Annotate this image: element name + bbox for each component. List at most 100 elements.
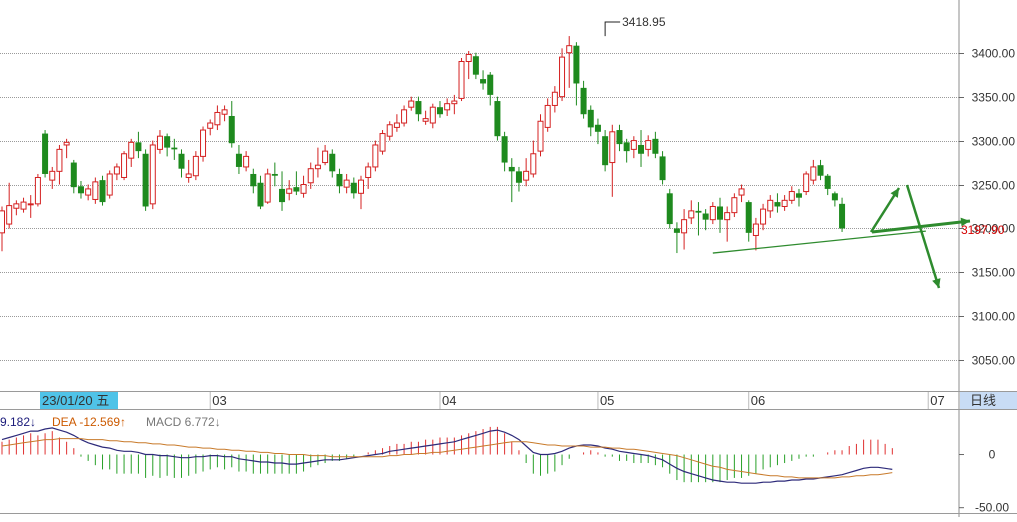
candle-body <box>142 153 149 207</box>
candle-body <box>688 210 695 219</box>
candle-body <box>264 173 271 203</box>
y-tick-label: 3050.00 <box>972 354 1016 368</box>
candle-body <box>121 153 128 178</box>
candle-body <box>293 187 300 192</box>
candle-body <box>788 191 795 201</box>
candle <box>372 140 379 172</box>
y-tick-label: 3100.00 <box>972 310 1016 324</box>
candle-body <box>681 219 688 234</box>
candle-body <box>365 166 372 178</box>
candle <box>42 130 49 178</box>
candle <box>200 126 207 162</box>
candle-body <box>393 122 400 128</box>
candle-body <box>42 133 49 174</box>
candle <box>106 170 113 199</box>
candle-body <box>810 166 817 181</box>
candle-body <box>92 181 99 200</box>
candle-body <box>221 109 228 115</box>
candle-body <box>515 171 522 183</box>
selected-date-label: 23/01/20 五 <box>42 393 109 408</box>
candle-body <box>85 188 92 196</box>
candle-body <box>307 168 314 184</box>
candle-body <box>77 186 84 194</box>
y-tick-label: 3300.00 <box>972 135 1016 149</box>
current-price-tag: 3197.90 <box>961 223 1005 237</box>
candle-body <box>537 120 544 152</box>
candle-body <box>781 199 788 207</box>
candle-body <box>616 130 623 145</box>
candle-body <box>673 228 680 233</box>
candle-body <box>271 173 278 176</box>
candle-body <box>300 184 307 194</box>
candle-body <box>314 164 321 170</box>
candle-body <box>609 131 616 164</box>
candle-body <box>401 109 408 124</box>
candle-body <box>480 79 487 84</box>
candle-body <box>724 212 731 221</box>
macd-tick-label: 0 <box>989 448 996 462</box>
candle-body <box>149 144 156 205</box>
candle-body <box>767 199 774 212</box>
candle-body <box>731 197 738 214</box>
candle-body <box>666 193 673 225</box>
candle-body <box>580 87 587 115</box>
candle-body <box>472 56 479 75</box>
candle-body <box>372 144 379 168</box>
x-tick-label: 07 <box>930 393 944 408</box>
macd-dif-legend: 9.182↓ <box>0 415 36 429</box>
candle-body <box>343 179 350 188</box>
candle-body <box>49 170 56 181</box>
candle-body <box>422 118 429 122</box>
candle-body <box>451 100 458 105</box>
candle-body <box>717 206 723 220</box>
candle-body <box>336 173 343 187</box>
candle-body <box>156 135 163 150</box>
candle-body <box>408 100 415 108</box>
period-label[interactable]: 日线 <box>970 393 996 408</box>
candle-body <box>200 129 207 157</box>
candle-body <box>178 153 185 169</box>
candle-body <box>709 205 716 221</box>
candle-body <box>444 103 451 111</box>
candle-body <box>164 136 171 148</box>
candle <box>149 140 156 210</box>
candle-body <box>286 188 293 194</box>
candle-body <box>329 153 336 172</box>
candle-body <box>795 193 802 198</box>
candle-body <box>774 202 781 207</box>
candle-body <box>501 136 508 163</box>
chart-svg: 3050.003100.003150.003200.003250.003300.… <box>0 0 1017 517</box>
candle-body <box>652 138 659 154</box>
chart-background <box>0 0 1017 517</box>
candle-body <box>573 45 580 84</box>
y-tick-label: 3400.00 <box>972 47 1016 61</box>
candle-body <box>659 156 666 181</box>
candle-body <box>279 188 286 203</box>
candle-body <box>695 210 702 213</box>
candle-body <box>379 133 386 152</box>
candle-body <box>250 173 257 187</box>
candle-body <box>56 148 63 172</box>
candle-body <box>760 208 767 225</box>
high-label: 3418.95 <box>622 15 666 29</box>
x-tick-label: 06 <box>751 393 765 408</box>
candle <box>99 175 106 206</box>
candle-body <box>465 53 472 63</box>
candle-body <box>803 173 810 193</box>
candle-body <box>551 91 558 106</box>
x-tick-label: 05 <box>600 393 614 408</box>
y-tick-label: 3250.00 <box>972 179 1016 193</box>
candle-body <box>566 45 573 54</box>
candle-body <box>350 182 357 194</box>
candle <box>666 188 673 229</box>
candle-body <box>839 203 846 229</box>
candle-body <box>207 122 214 129</box>
candle <box>142 149 149 211</box>
candle-body <box>358 179 364 194</box>
candle <box>121 151 128 181</box>
candle-body <box>322 150 329 164</box>
candle-body <box>386 124 393 137</box>
y-tick-label: 3150.00 <box>972 266 1016 280</box>
candle-body <box>487 74 494 95</box>
candle-body <box>0 210 5 234</box>
